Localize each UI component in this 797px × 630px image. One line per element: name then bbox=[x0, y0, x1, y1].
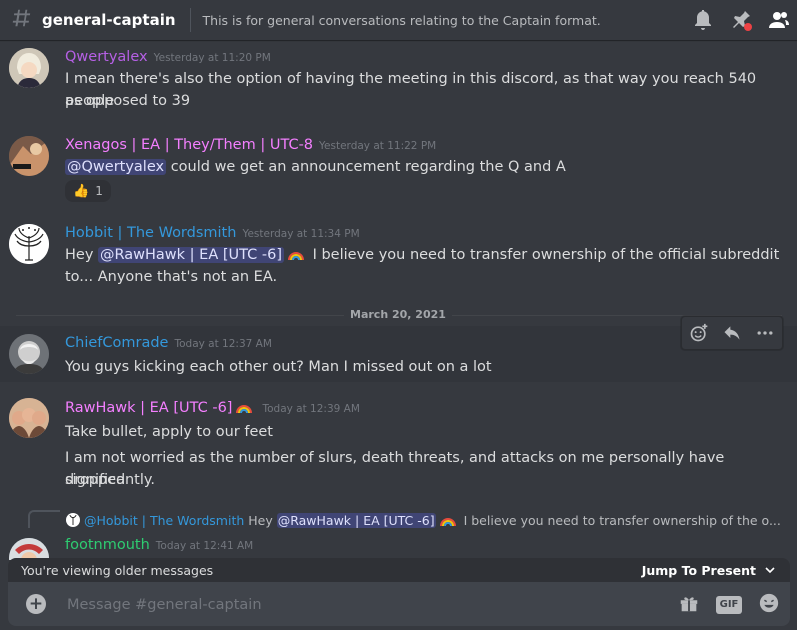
date-divider-label: March 20, 2021 bbox=[344, 308, 452, 321]
avatar[interactable] bbox=[9, 398, 49, 438]
avatar[interactable] bbox=[9, 136, 49, 176]
message-body: could we get an announcement regarding t… bbox=[166, 159, 566, 175]
message-text: Hey @RawHawk | EA [UTC -6] I believe you… bbox=[65, 244, 785, 266]
gif-button[interactable]: GIF bbox=[716, 596, 742, 614]
rainbow-emoji-icon bbox=[236, 405, 253, 413]
thumbs-up-icon: 👍 bbox=[73, 183, 90, 199]
message-text: Take bullet, apply to our feet bbox=[65, 424, 273, 440]
avatar[interactable] bbox=[9, 224, 49, 264]
message-author[interactable]: footnmouth Today at 12:41 AM bbox=[65, 537, 253, 553]
reply-preview[interactable]: @Hobbit | The Wordsmith Hey @RawHawk | E… bbox=[66, 513, 781, 528]
message-text: You guys kicking each other out? Man I m… bbox=[65, 359, 492, 375]
composer-toolbar: GIF bbox=[678, 592, 780, 618]
message-timestamp: Yesterday at 11:20 PM bbox=[153, 52, 271, 64]
message-timestamp: Today at 12:41 AM bbox=[155, 540, 254, 552]
author-name[interactable]: footnmouth bbox=[65, 537, 150, 553]
avatar[interactable] bbox=[9, 334, 49, 374]
channel-header: general-captain This is for general conv… bbox=[0, 0, 797, 40]
message-item: RawHawk | EA [UTC -6] Today at 12:39 AM T… bbox=[0, 390, 797, 500]
upload-plus-icon[interactable]: + bbox=[26, 594, 46, 614]
jump-to-present-label: Jump To Present bbox=[641, 562, 756, 578]
reply-text: I believe you need to transfer ownership… bbox=[459, 513, 781, 528]
avatar[interactable] bbox=[9, 48, 49, 88]
author-name[interactable]: Xenagos | EA | They/Them | UTC-8 bbox=[65, 137, 313, 153]
message-author[interactable]: RawHawk | EA [UTC -6] Today at 12:39 AM bbox=[65, 400, 360, 416]
jump-to-present-button[interactable]: Jump To Present bbox=[642, 563, 776, 578]
reply-connector bbox=[28, 510, 60, 528]
message-composer: + GIF bbox=[8, 582, 790, 626]
rainbow-emoji-icon bbox=[439, 518, 456, 526]
add-reaction-icon[interactable] bbox=[687, 321, 711, 345]
message-input[interactable] bbox=[65, 592, 609, 618]
author-name[interactable]: Qwertyalex bbox=[65, 49, 148, 65]
message-item: Hobbit | The Wordsmith Yesterday at 11:34… bbox=[0, 216, 797, 294]
message-item: Xenagos | EA | They/Them | UTC-8 Yesterda… bbox=[0, 128, 797, 208]
message-actions-toolbar bbox=[681, 316, 783, 350]
reaction-thumbs-up[interactable]: 👍 1 bbox=[65, 180, 111, 202]
text-channel-icon bbox=[10, 7, 34, 33]
author-name[interactable]: ChiefComrade bbox=[65, 335, 168, 351]
message-timestamp: Today at 12:39 AM bbox=[262, 403, 360, 415]
message-text: significantly. bbox=[65, 472, 156, 488]
message-author[interactable]: Qwertyalex Yesterday at 11:20 PM bbox=[65, 49, 271, 65]
header-divider bbox=[189, 8, 191, 32]
author-name[interactable]: RawHawk | EA [UTC -6] bbox=[65, 400, 232, 416]
user-mention[interactable]: @Qwertyalex bbox=[65, 159, 167, 175]
message-author[interactable]: Xenagos | EA | They/Them | UTC-8 Yesterda… bbox=[65, 137, 436, 153]
reply-avatar-icon bbox=[66, 513, 80, 527]
notification-bell-icon[interactable] bbox=[691, 8, 715, 32]
header-toolbar bbox=[691, 8, 791, 32]
gift-icon[interactable] bbox=[678, 592, 700, 618]
message-text: @Qwertyalex could we get an announcement… bbox=[65, 156, 785, 178]
more-options-icon[interactable] bbox=[753, 321, 777, 345]
message-author[interactable]: Hobbit | The Wordsmith Yesterday at 11:34… bbox=[65, 225, 360, 241]
channel-topic[interactable]: This is for general conversations relati… bbox=[203, 13, 601, 28]
chevron-down-icon bbox=[765, 567, 775, 574]
rainbow-emoji-icon bbox=[287, 252, 304, 260]
pinned-messages-icon[interactable] bbox=[729, 8, 753, 32]
channel-name: general-captain bbox=[42, 11, 176, 29]
message-body: I believe you need to transfer ownership… bbox=[307, 247, 780, 263]
message-author[interactable]: ChiefComrade Today at 12:37 AM bbox=[65, 335, 272, 351]
reply-icon[interactable] bbox=[720, 321, 744, 345]
reply-mention[interactable]: @RawHawk | EA [UTC -6] bbox=[276, 513, 436, 528]
message-timestamp: Today at 12:37 AM bbox=[174, 338, 272, 350]
reply-author[interactable]: @Hobbit | The Wordsmith bbox=[84, 513, 244, 528]
author-name[interactable]: Hobbit | The Wordsmith bbox=[65, 225, 236, 241]
user-mention[interactable]: @RawHawk | EA [UTC -6] bbox=[98, 247, 284, 263]
reply-text: Hey bbox=[244, 513, 277, 528]
emoji-picker-icon[interactable] bbox=[758, 592, 780, 618]
reaction-count: 1 bbox=[95, 184, 103, 198]
member-list-icon[interactable] bbox=[767, 8, 791, 32]
message-text: to... Anyone that's not an EA. bbox=[65, 269, 278, 285]
older-messages-bar: You're viewing older messages Jump To Pr… bbox=[8, 558, 790, 582]
message-body: Hey bbox=[65, 247, 99, 263]
message-item: footnmouth Today at 12:41 AM bbox=[0, 532, 797, 560]
message-timestamp: Yesterday at 11:34 PM bbox=[242, 228, 360, 240]
message-item: Qwertyalex Yesterday at 11:20 PM I mean t… bbox=[0, 40, 797, 120]
message-item: ChiefComrade Today at 12:37 AM You guys k… bbox=[0, 326, 797, 382]
avatar[interactable] bbox=[9, 538, 49, 560]
message-timestamp: Yesterday at 11:22 PM bbox=[319, 140, 437, 152]
older-messages-text: You're viewing older messages bbox=[21, 562, 214, 578]
message-list: Qwertyalex Yesterday at 11:20 PM I mean t… bbox=[0, 40, 797, 560]
message-text: as opposed to 39 bbox=[65, 93, 191, 109]
